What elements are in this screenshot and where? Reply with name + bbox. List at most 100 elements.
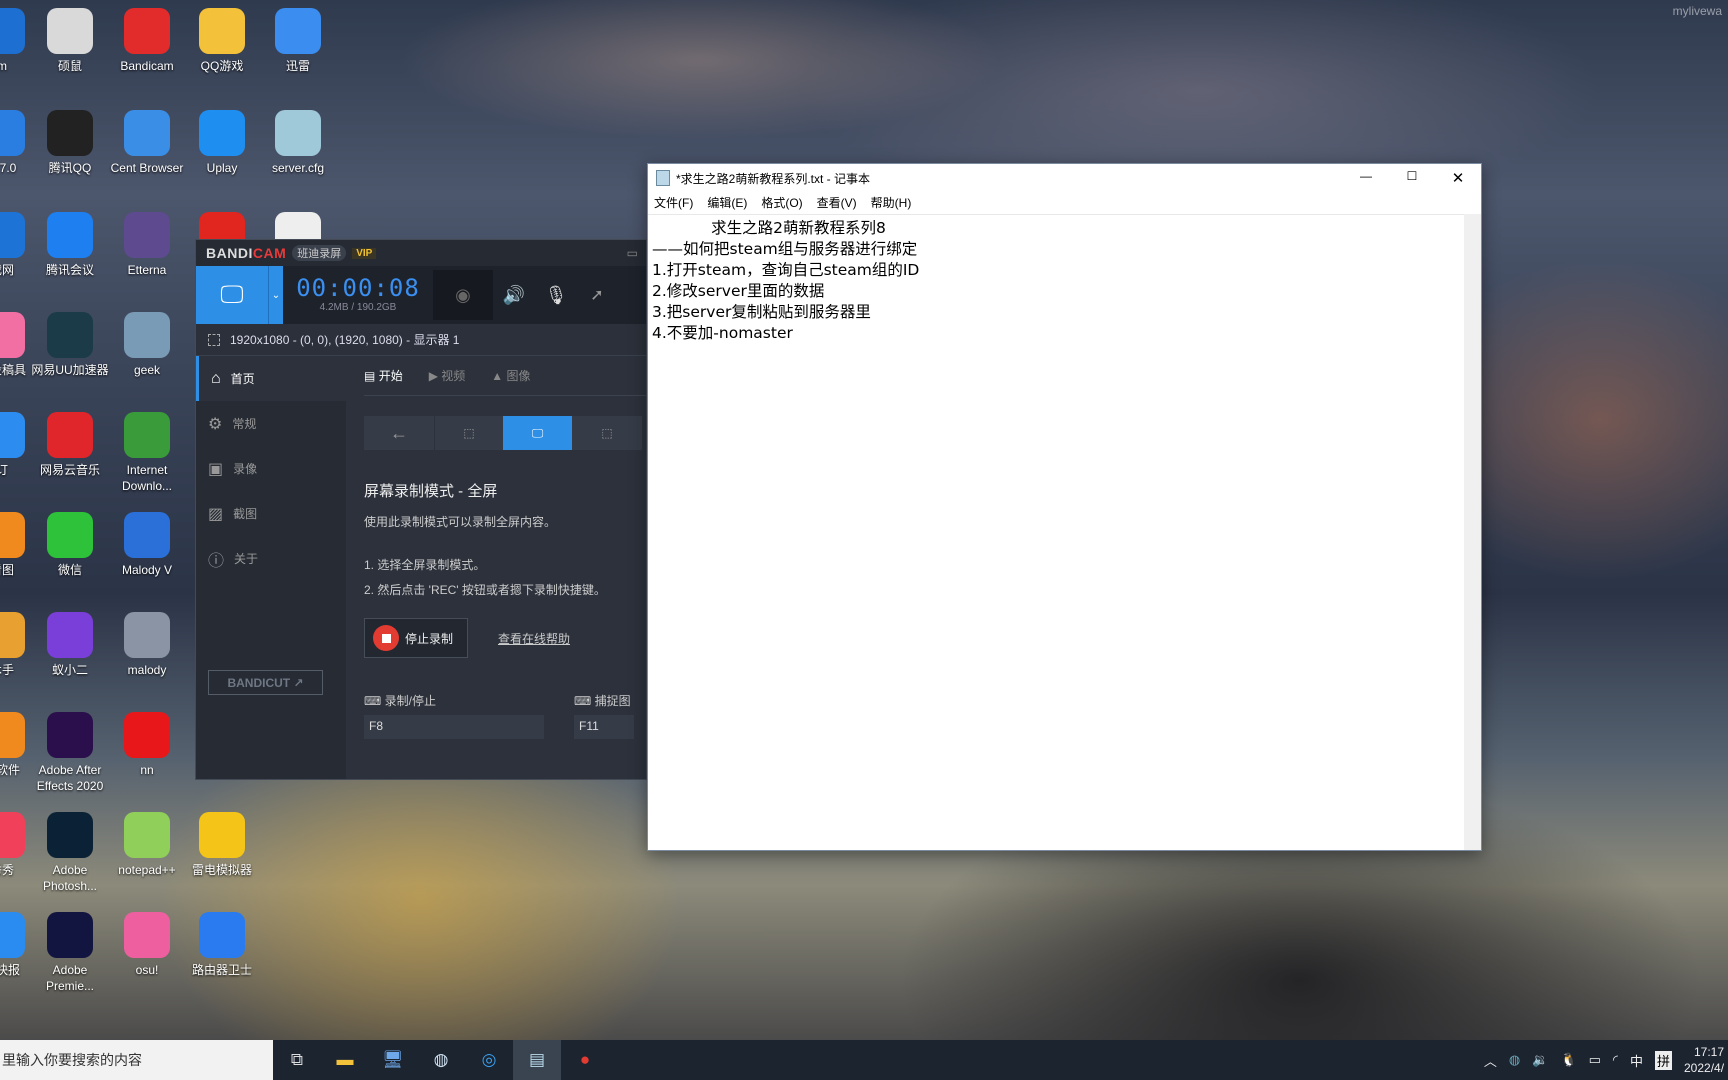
recording-timer: 00:00:08 [296,274,420,302]
wifi-icon[interactable]: ◜ [1613,1052,1618,1068]
image-settings-icon: ▨ [208,505,224,523]
desktop-icon-label: Adobe Photosh... [42,863,98,893]
task-view-icon[interactable]: ⧉ [273,1040,321,1080]
fullscreen-mode-tab[interactable]: 🖵 [503,416,572,450]
desktop-icon-label: Cent Browser [110,161,184,175]
desktop-icon[interactable]: 微信 [30,512,110,578]
desktop-icon[interactable]: QQ游戏 [182,8,262,74]
app-icon [0,412,25,458]
tab-2[interactable]: ▲ 图像 [491,367,530,384]
tab-0[interactable]: ▤ 开始 [364,367,403,384]
qq-tray-icon[interactable]: 🐧 [1560,1052,1576,1068]
desktop-icon[interactable]: 硕鼠 [30,8,110,74]
desktop-icon[interactable]: geek [107,312,187,378]
remote-desktop-icon[interactable]: 🖥 [369,1040,417,1080]
step-1: 1. 选择全屏录制模式。 [364,558,486,572]
desktop-icon[interactable]: Adobe Premie... [30,912,110,994]
hotkey-record-field[interactable]: F8 [364,715,544,739]
speaker-icon[interactable]: 🔊 [493,266,535,324]
desktop-icon[interactable]: Malody V [107,512,187,578]
app-icon [199,110,245,156]
app-icon [47,512,93,558]
desktop-icon[interactable]: 网易云音乐 [30,412,110,478]
keyboard-icon: ⌨ [364,694,385,708]
app-icon [124,312,170,358]
sidebar-item-video-settings[interactable]: ▣ 录像 [196,446,346,491]
back-button[interactable]: ← [364,416,434,450]
desktop-icon[interactable]: server.cfg [258,110,338,176]
bandicam-window: BANDICAM 班迪录屏 VIP ▭ 🖵 ⌄ 00:00:08 4.2MB /… [195,239,647,780]
steam-tray-icon[interactable]: ◍ [1509,1052,1520,1068]
hotkey-capture-field[interactable]: F11 [574,715,634,739]
desktop-icon[interactable]: nn [107,712,187,778]
desktop-icon[interactable]: Cent Browser [107,110,187,176]
vip-badge: VIP [352,247,377,259]
fullscreen-mode-button[interactable]: 🖵 [196,266,268,324]
desktop-icon[interactable]: 路由器卫士 [182,912,262,978]
desktop-icon[interactable]: Uplay [182,110,262,176]
desktop-icon[interactable]: 网易UU加速器 [30,312,110,378]
desktop-icon-label: geek [133,363,161,377]
text-line: ——如何把steam组与服务器进行绑定 [652,240,918,258]
desktop-icon[interactable]: Adobe After Effects 2020 [30,712,110,794]
show-hidden-icons[interactable]: ︿ [1484,1051,1497,1070]
text-editor[interactable]: 求生之路2萌新教程系列8 ——如何把steam组与服务器进行绑定 1.打开steam… [648,214,1464,850]
osu-lazer-icon[interactable]: ◎ [465,1040,513,1080]
battery-icon[interactable]: ▭ [1589,1052,1601,1068]
region-mode-button[interactable]: ⬚ [434,416,503,450]
desktop-icon[interactable]: notepad++ [107,812,187,878]
menu-item[interactable]: 格式(O) [761,194,802,211]
ime-mode[interactable]: 拼 [1654,1050,1672,1070]
desktop-icon[interactable]: 腾讯会议 [30,212,110,278]
desktop-icon[interactable]: 腾讯QQ [30,110,110,176]
steam-icon[interactable]: ◍ [417,1040,465,1080]
desktop-icon[interactable]: Adobe Photosh... [30,812,110,894]
desktop-icon[interactable]: Internet Downlo... [107,412,187,494]
app-icon [124,512,170,558]
stop-recording-button[interactable]: 停止录制 [364,618,468,658]
desktop-icon[interactable]: Bandicam [107,8,187,74]
clock[interactable]: 17:17 2022/4/ [1684,1044,1724,1076]
ime-language[interactable]: 中 [1630,1051,1643,1070]
desktop-icon[interactable]: Etterna [107,212,187,278]
volume-icon[interactable]: 🔉 [1532,1052,1548,1068]
desktop-icon-label: 雷电模拟器 [191,863,252,877]
desktop-icon[interactable]: 雷电模拟器 [182,812,262,878]
window-mode-button[interactable]: ⬚ [572,416,642,450]
vertical-scrollbar[interactable] [1464,214,1481,850]
notepad-taskbar-icon[interactable]: ▤ [513,1040,561,1080]
desktop-icon[interactable]: 迅雷 [258,8,338,74]
menu-item[interactable]: 查看(V) [817,194,857,211]
online-help-link[interactable]: 查看在线帮助 [498,630,570,647]
desktop-icon-label: 腾讯QQ [48,161,92,175]
desktop-icon[interactable]: malody [107,612,187,678]
wallpaper-watermark: mylivewa [1672,4,1722,18]
desktop-icon-label: 腾讯会议 [45,263,94,277]
tab-1[interactable]: ▶ 视频 [429,367,466,384]
maximize-button[interactable]: ☐ [1389,169,1435,187]
menu-item[interactable]: 编辑(E) [707,194,747,211]
webcam-button[interactable]: ◉ [433,270,493,320]
menu-item[interactable]: 帮助(H) [871,194,912,211]
folder-icon[interactable]: ▭ [627,246,638,260]
bandicam-taskbar-icon[interactable]: ● [561,1040,609,1080]
cursor-effect-icon[interactable]: ➚ [577,266,617,324]
sidebar-item-image-settings[interactable]: ▨ 截图 [196,491,346,536]
file-explorer-icon[interactable]: ▬ [321,1040,369,1080]
close-button[interactable]: ✕ [1435,169,1481,187]
minimize-button[interactable]: — [1343,169,1389,187]
sidebar-item-gear[interactable]: ⚙ 常规 [196,401,346,446]
desktop-icon[interactable]: osu! [107,912,187,978]
menu-item[interactable]: 文件(F) [654,194,693,211]
search-box[interactable]: 里输入你要搜索的内容 [0,1040,273,1080]
desktop-icon[interactable]: 蚁小二 [30,612,110,678]
mode-dropdown-button[interactable]: ⌄ [268,266,283,324]
bandicut-button[interactable]: BANDICUT ↗ [208,670,323,695]
microphone-icon[interactable]: 🎙 [535,266,577,324]
sidebar-item-info[interactable]: ⓘ 关于 [196,536,346,581]
monitor-icon: 🖵 [220,281,244,308]
app-icon [47,8,93,54]
sidebar-item-home[interactable]: ⌂ 首页 [196,356,346,401]
mode-description: 使用此录制模式可以录制全屏内容。 [364,515,557,529]
app-icon [47,312,93,358]
